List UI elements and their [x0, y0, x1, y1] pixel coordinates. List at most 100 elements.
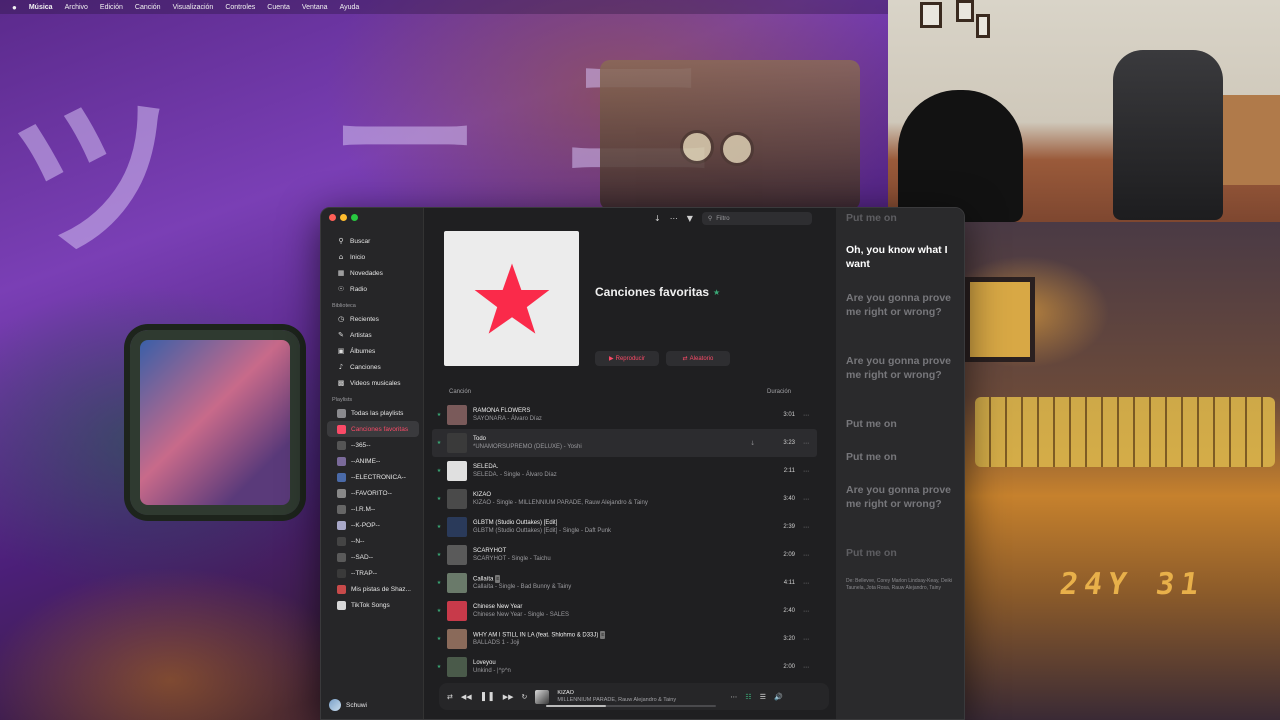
more-icon[interactable]: ⋯ [670, 214, 678, 223]
user-account[interactable]: Schuwi [329, 699, 367, 711]
previous-icon[interactable]: ◀◀ [461, 693, 472, 701]
more-icon[interactable]: ⋯ [795, 496, 817, 503]
wallpaper-retro-tv [130, 330, 300, 515]
sidebar-playlist-item[interactable]: --N-- [327, 533, 419, 549]
menu-cancion[interactable]: Canción [135, 4, 161, 11]
sort-icon[interactable]: ▼ [687, 214, 693, 223]
sidebar-playlist-item[interactable]: --K-POP-- [327, 517, 419, 533]
playback-progress[interactable] [546, 705, 716, 707]
download-icon[interactable]: ↓ [750, 440, 755, 447]
table-row[interactable]: ★ GLBTM (Studio Outtakes) [Edit] GLBTM (St… [432, 513, 817, 541]
more-icon[interactable]: ⋯ [795, 664, 817, 671]
lyric-line[interactable]: Oh, you know what I want [846, 243, 958, 271]
sidebar-item-label: Buscar [350, 237, 371, 245]
shuffle-button[interactable]: ⇄ Aleatorio [666, 351, 730, 366]
column-header-song[interactable]: Canción [449, 389, 471, 395]
more-icon[interactable]: ⋯ [795, 580, 817, 587]
close-button[interactable] [329, 214, 336, 221]
sidebar-item-recientes[interactable]: ◷ Recientes [327, 311, 419, 327]
filter-input[interactable]: ⚲ Filtro [701, 212, 812, 225]
table-row[interactable]: ★ KIZAO KIZAO - Single - MILLENNIUM PARADE… [432, 485, 817, 513]
track-subtitle: Callaíta - Single - Bad Bunny & Tainy [473, 584, 572, 591]
more-icon[interactable]: ⋯ [795, 468, 817, 475]
favorite-star-icon[interactable]: ★ [432, 580, 446, 586]
more-icon[interactable]: ⋯ [795, 412, 817, 419]
lyric-line[interactable]: Put me on [846, 546, 958, 560]
lyric-line[interactable]: Are you gonna prove me right or wrong? [846, 291, 958, 319]
sidebar-playlist-item[interactable]: --365-- [327, 437, 419, 453]
menu-visualizacion[interactable]: Visualización [173, 4, 214, 11]
repeat-icon[interactable]: ↻ [522, 693, 528, 701]
favorite-star-icon[interactable]: ★ [432, 440, 446, 446]
sidebar-playlist-item[interactable]: --ANIME-- [327, 453, 419, 469]
menu-cuenta[interactable]: Cuenta [267, 4, 290, 11]
sidebar-item-radio[interactable]: ☉ Radio [327, 281, 419, 297]
lyric-line[interactable]: Put me on [846, 417, 958, 431]
more-icon[interactable]: ⋯ [795, 608, 817, 615]
zoom-button[interactable] [351, 214, 358, 221]
sidebar-item-inicio[interactable]: ⌂ Inicio [327, 249, 419, 265]
more-icon[interactable]: ⋯ [795, 440, 817, 447]
lyric-line[interactable]: Are you gonna prove me right or wrong? [846, 483, 958, 511]
menu-ventana[interactable]: Ventana [302, 4, 328, 11]
more-icon[interactable]: ⋯ [795, 524, 817, 531]
favorite-star-icon[interactable]: ★ [432, 468, 446, 474]
sidebar-playlist-item[interactable]: Todas las playlists [327, 405, 419, 421]
favorite-star-icon[interactable]: ★ [432, 412, 446, 418]
lyrics-icon[interactable]: ☷ [745, 693, 751, 701]
sidebar-playlist-item[interactable]: --TRAP-- [327, 565, 419, 581]
table-row[interactable]: ★ Chinese New Year Chinese New Year - Sing… [432, 597, 817, 625]
table-row[interactable]: ★ Callaíta E Callaíta - Single - Bad Bunny … [432, 569, 817, 597]
sidebar-playlist-item[interactable]: --FAVORITO-- [327, 485, 419, 501]
sidebar-item-canciones[interactable]: ♪ Canciones [327, 359, 419, 375]
favorite-star-icon[interactable]: ★ [432, 496, 446, 502]
sidebar-playlist-item[interactable]: Canciones favoritas [327, 421, 419, 437]
column-header-duration[interactable]: Duración [767, 389, 791, 395]
sidebar-item-novedades[interactable]: ▦ Novedades [327, 265, 419, 281]
favorite-star-icon[interactable]: ★ [432, 608, 446, 614]
favorite-star-icon[interactable]: ★ [432, 524, 446, 530]
sidebar-playlist-item[interactable]: --ELECTRONICA-- [327, 469, 419, 485]
sidebar-item-albumes[interactable]: ▣ Álbumes [327, 343, 419, 359]
favorite-star-icon[interactable]: ★ [432, 664, 446, 670]
play-button[interactable]: ▶ Reproducir [595, 351, 659, 366]
table-row[interactable]: ★ WHY AM I STILL IN LA (feat. Shlohmo & D… [432, 625, 817, 653]
shuffle-icon[interactable]: ⇄ [447, 693, 453, 701]
menu-ayuda[interactable]: Ayuda [340, 4, 360, 11]
favorite-star-icon[interactable]: ★ [432, 636, 446, 642]
table-row[interactable]: ★ SCARYHOT SCARYHOT - Single - Taichu 2:09 ⋯ [432, 541, 817, 569]
lyric-line[interactable]: Put me on [846, 211, 958, 225]
download-icon[interactable]: ↓ [654, 214, 661, 223]
lyric-line[interactable]: Are you gonna prove me right or wrong? [846, 354, 958, 382]
sidebar-playlist-item[interactable]: TikTok Songs [327, 597, 419, 613]
clock-icon: ◷ [337, 315, 345, 323]
table-row[interactable]: ★ Loveyou Unkind - |^p^n 2:00 ⋯ [432, 653, 817, 681]
pause-icon[interactable]: ❚❚ [480, 692, 495, 702]
sidebar-playlist-item[interactable]: --SAD-- [327, 549, 419, 565]
menu-controles[interactable]: Controles [225, 4, 255, 11]
lyric-line[interactable]: Put me on [846, 450, 958, 464]
sidebar-item-videos[interactable]: ▩ Videos musicales [327, 375, 419, 391]
sidebar-playlist-item[interactable]: --I.R.M-- [327, 501, 419, 517]
next-icon[interactable]: ▶▶ [503, 693, 514, 701]
track-duration: 2:09 [783, 552, 795, 558]
track-meta: KIZAO KIZAO - Single - MILLENNIUM PARADE,… [473, 491, 765, 507]
sidebar-playlist-item[interactable]: Mis pistas de Shaz... [327, 581, 419, 597]
queue-icon[interactable]: ☰ [760, 693, 766, 701]
favorite-star-icon[interactable]: ★ [432, 552, 446, 558]
more-icon[interactable]: ⋯ [730, 693, 737, 701]
more-icon[interactable]: ⋯ [795, 636, 817, 643]
apple-icon[interactable]: ● [12, 3, 17, 12]
menu-app-name[interactable]: Música [29, 4, 53, 11]
more-icon[interactable]: ⋯ [795, 552, 817, 559]
table-row[interactable]: ★ RAMONA FLOWERS SAYONARA - Álvaro Díaz 3:0… [432, 401, 817, 429]
menu-archivo[interactable]: Archivo [65, 4, 88, 11]
volume-icon[interactable]: 🔊 [774, 693, 783, 701]
sidebar-item-artistas[interactable]: ✎ Artistas [327, 327, 419, 343]
menu-edicion[interactable]: Edición [100, 4, 123, 11]
table-row[interactable]: ★ SELEDA. SELEDA. - Single - Álvaro Díaz 2:… [432, 457, 817, 485]
table-row[interactable]: ★ Todo *UNAMORSUPREMO (DELUXE) - Yoshi ↓ 3:2… [432, 429, 817, 457]
sidebar-item-buscar[interactable]: ⚲ Buscar [327, 233, 419, 249]
sidebar-item-label: --365-- [351, 441, 371, 449]
minimize-button[interactable] [340, 214, 347, 221]
